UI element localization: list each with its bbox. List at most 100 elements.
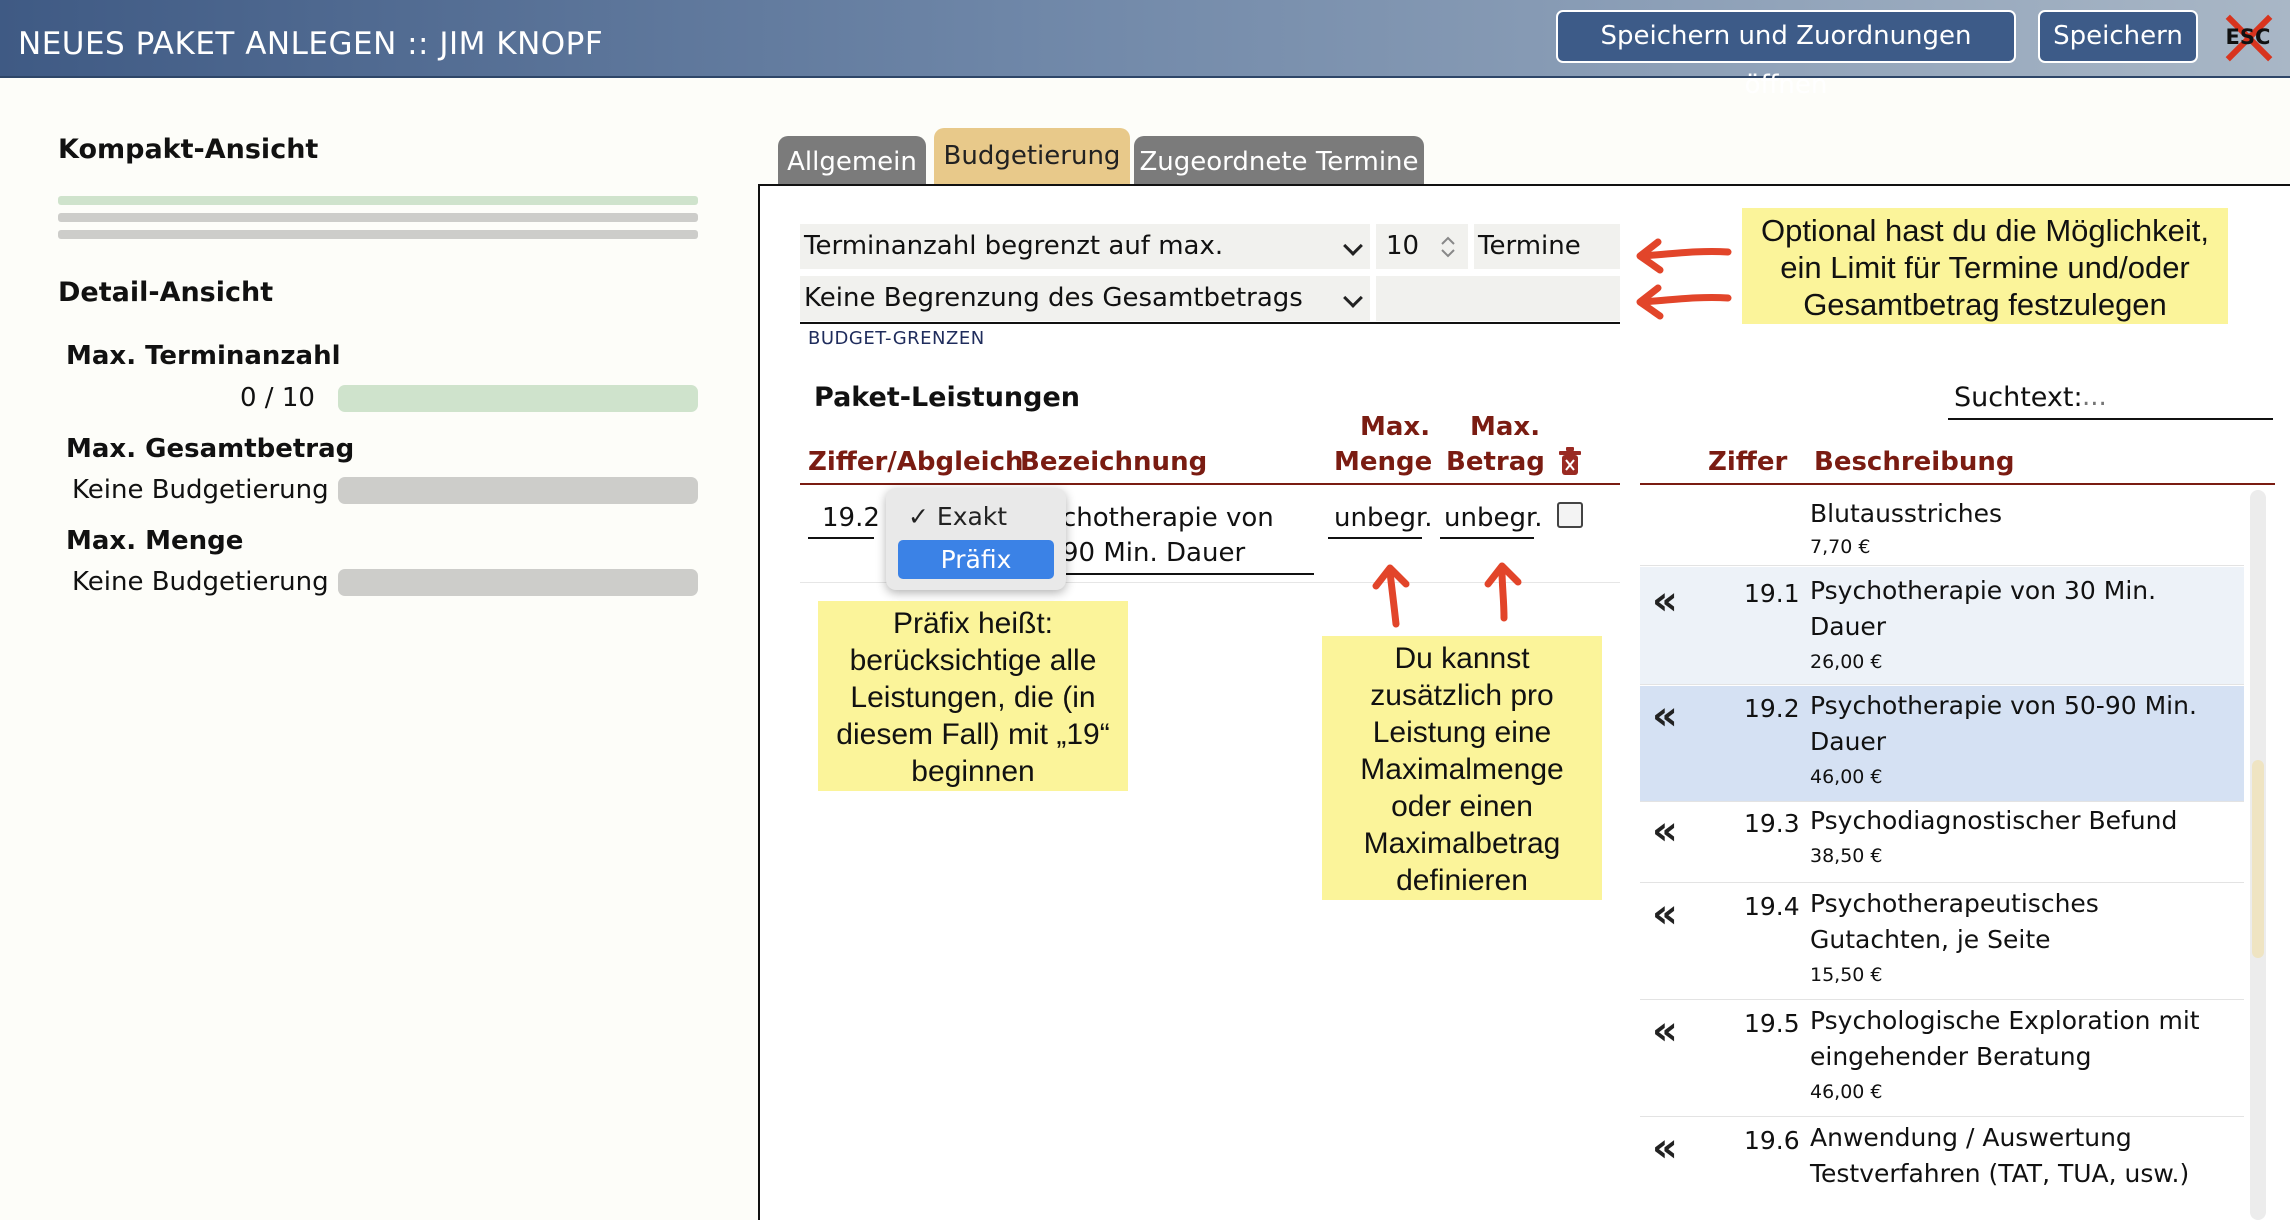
row-ziffer[interactable]: 19.2 [822,503,880,533]
trash-icon[interactable] [1556,446,1584,478]
catalog-item[interactable]: Blutausstriches 7,70 € [1640,486,2244,566]
col-max-betrag-top: Max. [1470,412,1541,442]
page-title: NEUES PAKET ANLEGEN :: JIM KNOPF [18,26,604,62]
betrag-value-field[interactable] [1376,276,1620,321]
paket-header-rule [800,483,1620,485]
catalog-item[interactable]: « 19.4 Psychotherapeutisches Gutachten, … [1640,884,2244,1000]
ziffer-underline [808,537,874,539]
catalog-item-price: 46,00 € [1810,1081,1883,1103]
abgleich-dropdown[interactable]: ✓ Exakt Präfix [886,488,1066,590]
catalog-item-desc: Psychologische Exploration mit eingehend… [1810,1006,2200,1071]
catalog-item[interactable]: « 19.3 Psychodiagnostischer Befund 38,50… [1640,803,2244,883]
termin-count-stepper[interactable]: 10 [1376,224,1468,269]
menge-underline [1328,537,1422,539]
max-menge-value: Keine Budgetierung [72,567,329,597]
max-betrag-label: Max. Gesamtbetrag [66,434,355,464]
max-menge-label: Max. Menge [66,526,244,556]
catalog-item-num: 19.2 [1744,694,1800,723]
max-betrag-progress [338,477,698,504]
termin-limit-select-value: Terminanzahl begrenzt auf max. [804,231,1224,261]
termin-limit-select[interactable]: Terminanzahl begrenzt auf max. [800,224,1370,269]
esc-label: ESC [2225,25,2271,49]
catalog-item-desc: Psychotherapeutisches Gutachten, je Seit… [1810,889,2099,954]
termin-count-value: 10 [1386,231,1420,261]
tab-budgetierung[interactable]: Budgetierung [934,128,1130,186]
catalog-item-num: 19.4 [1744,892,1800,921]
hint-note-limit: Optional hast du die Möglichkeit, ein Li… [1742,208,2228,324]
add-to-package-icon[interactable]: « [1652,696,1678,736]
catalog-header-rule [1640,483,2275,485]
compact-view-title: Kompakt-Ansicht [58,134,319,165]
catalog-item[interactable]: « 19.5 Psychologische Exploration mit ei… [1640,1001,2244,1117]
add-to-package-icon[interactable]: « [1652,894,1678,934]
max-termine-progress-fill [338,385,698,412]
stepper-icon[interactable] [1438,232,1458,262]
compact-bar-termine [58,196,698,205]
row-max-menge-input[interactable]: unbegr. [1334,503,1433,533]
arrow-left-icon [1636,238,1732,320]
tab-zugeordnete-termine[interactable]: Zugeordnete Termine [1134,136,1424,186]
header-bar: NEUES PAKET ANLEGEN :: JIM KNOPF Speiche… [0,0,2290,100]
add-to-package-icon[interactable]: « [1652,581,1678,621]
catalog-item-num: 19.5 [1744,1009,1800,1038]
budget-divider [800,322,1620,324]
tab-allgemein[interactable]: Allgemein [778,136,926,186]
esc-close-button[interactable]: ESC [2222,12,2274,64]
catalog-item-desc: Psychotherapie von 30 Min. Dauer [1810,576,2157,641]
row-max-betrag-input[interactable]: unbegr. [1444,503,1543,533]
max-termine-progress [338,385,698,412]
betrag-limit-select[interactable]: Keine Begrenzung des Gesamtbetrags [800,276,1370,321]
hint-note-praefix: Präfix heißt: berücksichtige alle Leistu… [818,601,1128,791]
add-to-package-icon[interactable]: « [1652,811,1678,851]
catalog-item-price: 46,00 € [1810,766,1883,788]
col-max-menge-top: Max. [1360,412,1431,442]
catalog-item-desc: Psychodiagnostischer Befund [1810,806,2178,835]
catalog-item-price: 26,00 € [1810,651,1883,673]
catalog-item[interactable]: « 19.1 Psychotherapie von 30 Min. Dauer … [1640,567,2244,685]
catalog-item-desc: Anwendung / Auswertung Testverfahren (TA… [1810,1123,2190,1188]
chevron-down-icon [1343,236,1363,256]
catalog-scrollbar-thumb[interactable] [2252,760,2264,958]
max-termine-label: Max. Terminanzahl [66,341,341,371]
col-max-menge: Menge [1334,447,1433,477]
catalog-item-desc: Blutausstriches [1810,499,2002,528]
paket-leistungen-title: Paket-Leistungen [814,382,1080,413]
save-button[interactable]: Speichern [2038,10,2198,63]
chevron-down-icon [1343,288,1363,308]
arrow-up-icon [1484,562,1522,622]
col-catalog-ziffer: Ziffer [1708,447,1788,477]
catalog-item-desc: Psychotherapie von 50-90 Min. Dauer [1810,691,2197,756]
col-ziffer-abgleich: Ziffer/Abgleich [808,447,1024,477]
hint-note-maxmenge: Du kannst zusätzlich pro Leistung eine M… [1322,636,1602,900]
search-label: Suchtext: [1954,382,2083,413]
col-max-betrag: Betrag [1446,447,1545,477]
save-and-open-button[interactable]: Speichern und Zuordnungen öffnen [1556,10,2016,100]
detail-view-title: Detail-Ansicht [58,277,274,308]
row-delete-checkbox[interactable] [1557,502,1583,528]
max-menge-progress [338,569,698,596]
betrag-underline [1440,537,1534,539]
search-input[interactable] [2082,382,2272,412]
add-to-package-icon[interactable]: « [1652,1128,1678,1168]
dropdown-option-exakt[interactable]: ✓ Exakt [908,502,1007,531]
compact-bar-betrag [58,213,698,222]
compact-bar-menge [58,230,698,239]
dropdown-option-praefix[interactable]: Präfix [898,540,1054,579]
arrow-up-icon [1372,564,1410,628]
max-termine-value: 0 / 10 [240,383,315,413]
catalog-item-price: 7,70 € [1810,536,1871,558]
catalog-item-num: 19.1 [1744,579,1800,608]
row-bezeichnung-line2: 90 Min. Dauer [1062,538,1246,568]
catalog-item[interactable]: « 19.6 Anwendung / Auswertung Testverfah… [1640,1118,2244,1220]
betrag-limit-select-value: Keine Begrenzung des Gesamtbetrags [804,283,1303,313]
catalog-item-price: 38,50 € [1810,845,1883,867]
add-to-package-icon[interactable]: « [1652,1011,1678,1051]
catalog-item-num: 19.3 [1744,809,1800,838]
budget-section-label: BUDGET-GRENZEN [808,328,985,349]
col-catalog-beschreibung: Beschreibung [1814,447,2015,477]
catalog-item-num: 19.6 [1744,1126,1800,1155]
col-bezeichnung: Bezeichnung [1020,447,1208,477]
row-bezeichnung-line1: chotherapie von [1062,503,1274,533]
catalog-item-selected[interactable]: « 19.2 Psychotherapie von 50-90 Min. Dau… [1640,686,2244,802]
max-betrag-value: Keine Budgetierung [72,475,329,505]
